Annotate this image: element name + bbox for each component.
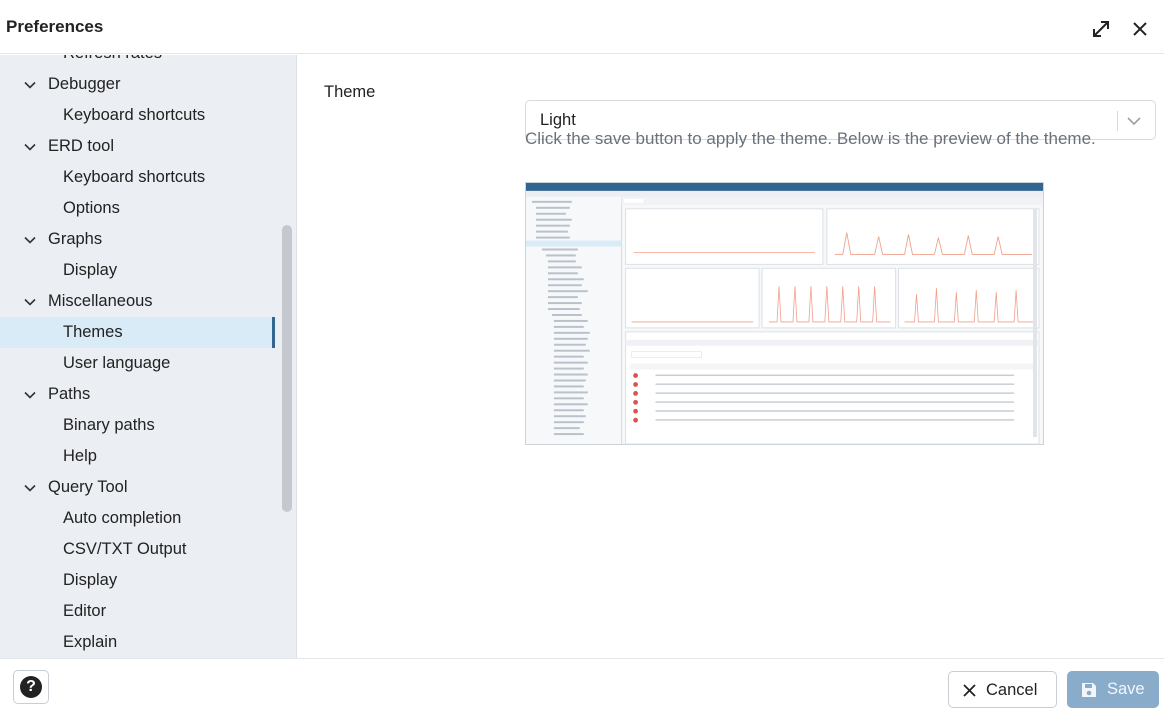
sidebar-item-label: Auto completion bbox=[63, 509, 182, 527]
theme-hint: Click the save button to apply the theme… bbox=[525, 129, 1096, 148]
sidebar-item-label: Query Tool bbox=[48, 478, 128, 496]
sidebar-item-display[interactable]: Display bbox=[0, 565, 275, 596]
sidebar-scrollbar[interactable] bbox=[282, 225, 292, 512]
sidebar-item-keyboard-shortcuts[interactable]: Keyboard shortcuts bbox=[0, 162, 275, 193]
sidebar-item-auto-completion[interactable]: Auto completion bbox=[0, 503, 275, 534]
sidebar-item-label: Editor bbox=[63, 602, 107, 620]
preferences-tree: Refresh rates Debugger Keyboard shortcuts E… bbox=[0, 55, 275, 658]
sidebar-item-display[interactable]: Display bbox=[0, 255, 275, 286]
sidebar-item-label: ERD tool bbox=[48, 137, 115, 155]
sidebar-item-miscellaneous[interactable]: Miscellaneous bbox=[0, 286, 275, 317]
sidebar-item-label: Options bbox=[63, 199, 120, 217]
sidebar-item-label: Miscellaneous bbox=[48, 292, 153, 310]
sidebar-item-binary-paths[interactable]: Binary paths bbox=[0, 410, 275, 441]
save-icon bbox=[1082, 683, 1096, 697]
sidebar-item-label: Binary paths bbox=[63, 416, 155, 434]
dialog-titlebar: Preferences bbox=[0, 0, 1164, 54]
sidebar-item-editor[interactable]: Editor bbox=[0, 596, 275, 627]
save-button[interactable]: Save bbox=[1067, 671, 1159, 708]
sidebar-item-user-language[interactable]: User language bbox=[0, 348, 275, 379]
sidebar-item-erd-tool[interactable]: ERD tool bbox=[0, 131, 275, 162]
cancel-label: Cancel bbox=[986, 681, 1038, 699]
dialog-title: Preferences bbox=[6, 17, 104, 36]
sidebar-item-label: Help bbox=[63, 447, 97, 465]
sidebar-item-label: Refresh rates bbox=[63, 55, 162, 62]
sidebar-item-label: CSV/TXT Output bbox=[63, 540, 187, 558]
sidebar-item-label: Display bbox=[63, 571, 118, 589]
sidebar-item-options[interactable]: Options bbox=[0, 193, 275, 224]
sidebar-item-explain[interactable]: Explain bbox=[0, 627, 275, 658]
sidebar-item-label: Explain bbox=[63, 633, 118, 651]
help-button[interactable]: ? bbox=[13, 670, 49, 704]
dialog-footer: ? Cancel Save bbox=[0, 658, 1164, 715]
save-label: Save bbox=[1107, 680, 1145, 698]
chevron-down-icon[interactable] bbox=[24, 484, 36, 492]
sidebar-item-refresh-rates[interactable]: Refresh rates bbox=[0, 55, 275, 69]
sidebar-item-debugger[interactable]: Debugger bbox=[0, 69, 275, 100]
sidebar-item-label: User language bbox=[63, 354, 171, 372]
chevron-down-icon[interactable] bbox=[24, 391, 36, 399]
preferences-sidebar: Refresh rates Debugger Keyboard shortcuts E… bbox=[0, 55, 297, 658]
chevron-down-icon[interactable] bbox=[24, 298, 36, 306]
sidebar-item-keyboard-shortcuts[interactable]: Keyboard shortcuts bbox=[0, 100, 275, 131]
cancel-button[interactable]: Cancel bbox=[948, 671, 1057, 708]
chevron-down-icon[interactable] bbox=[24, 143, 36, 151]
close-icon bbox=[963, 684, 976, 697]
sidebar-item-label: Themes bbox=[63, 323, 123, 341]
sidebar-item-label: Display bbox=[63, 261, 118, 279]
chevron-down-icon[interactable] bbox=[24, 236, 36, 244]
sidebar-item-csv-txt-output[interactable]: CSV/TXT Output bbox=[0, 534, 275, 565]
sidebar-item-label: Graphs bbox=[48, 230, 103, 248]
theme-preview-image bbox=[525, 182, 1044, 445]
sidebar-item-query-tool[interactable]: Query Tool bbox=[0, 472, 275, 503]
sidebar-item-paths[interactable]: Paths bbox=[0, 379, 275, 410]
sidebar-item-label: Debugger bbox=[48, 75, 121, 93]
chevron-down-icon[interactable] bbox=[24, 81, 36, 89]
close-icon[interactable] bbox=[1129, 18, 1151, 40]
sidebar-item-graphs[interactable]: Graphs bbox=[0, 224, 275, 255]
sidebar-item-label: Keyboard shortcuts bbox=[63, 106, 206, 124]
sidebar-item-themes[interactable]: Themes bbox=[0, 317, 275, 348]
preferences-panel: Theme Light Click the save button to app… bbox=[298, 55, 1164, 658]
help-icon: ? bbox=[20, 676, 42, 698]
theme-label: Theme bbox=[324, 83, 376, 101]
sidebar-item-label: Paths bbox=[48, 385, 91, 403]
maximize-icon[interactable] bbox=[1090, 18, 1112, 40]
sidebar-item-help[interactable]: Help bbox=[0, 441, 275, 472]
sidebar-item-label: Keyboard shortcuts bbox=[63, 168, 206, 186]
